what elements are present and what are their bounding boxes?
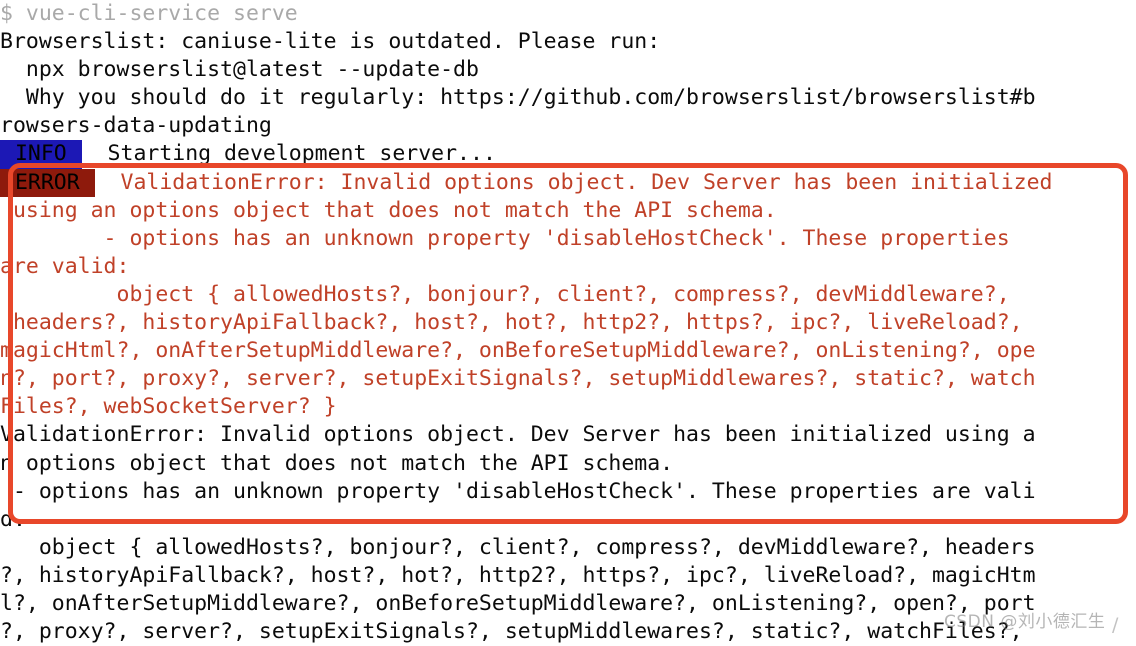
terminal-line: d. bbox=[0, 506, 1136, 534]
terminal-line-text: Starting development server... bbox=[81, 141, 496, 167]
terminal-line: npx browserslist@latest --update-db bbox=[0, 56, 1136, 84]
terminal-line-text: n options object that does not match the… bbox=[0, 450, 674, 476]
terminal-line: ?, historyApiFallback?, host?, hot?, htt… bbox=[0, 562, 1136, 590]
terminal-line-text: magicHtml?, onAfterSetupMiddleware?, onB… bbox=[0, 338, 1036, 364]
terminal-line-text: using an options object that does not ma… bbox=[0, 197, 777, 223]
terminal-line-text: - options has an unknown property 'disab… bbox=[0, 478, 1036, 504]
terminal-line-text: rowsers-data-updating bbox=[0, 113, 272, 139]
terminal-line: object { allowedHosts?, bonjour?, client… bbox=[0, 281, 1136, 309]
terminal-line-text: ?, proxy?, server?, setupExitSignals?, s… bbox=[0, 619, 1023, 645]
terminal-line-text: are valid: bbox=[0, 253, 130, 279]
terminal-line-text: d. bbox=[0, 506, 26, 532]
terminal-line: $ vue-cli-service serve bbox=[0, 0, 1136, 28]
terminal-line-text: ValidationError: Invalid options object.… bbox=[0, 422, 1036, 448]
terminal-line: object { allowedHosts?, bonjour?, client… bbox=[0, 534, 1136, 562]
terminal-output[interactable]: $ vue-cli-service serve Browserslist: can… bbox=[0, 0, 1136, 646]
terminal-screen: $ vue-cli-service serve Browserslist: can… bbox=[0, 0, 1136, 646]
terminal-line: headers?, historyApiFallback?, host?, ho… bbox=[0, 309, 1136, 337]
info-badge: INFO bbox=[0, 140, 82, 169]
terminal-line-text: ValidationError: Invalid options object.… bbox=[94, 169, 1053, 195]
terminal-line: Files?, webSocketServer? } bbox=[0, 393, 1136, 421]
terminal-line: ValidationError: Invalid options object.… bbox=[0, 421, 1136, 449]
terminal-line: rowsers-data-updating bbox=[0, 112, 1136, 140]
terminal-line: magicHtml?, onAfterSetupMiddleware?, onB… bbox=[0, 337, 1136, 365]
terminal-line-text: - options has an unknown property 'disab… bbox=[0, 225, 1010, 251]
terminal-line-text: object { allowedHosts?, bonjour?, client… bbox=[0, 281, 1010, 307]
terminal-line: n options object that does not match the… bbox=[0, 450, 1136, 478]
terminal-line: ERROR ValidationError: Invalid options o… bbox=[0, 168, 1136, 197]
terminal-line: INFO Starting development server... bbox=[0, 140, 1136, 169]
terminal-line: - options has an unknown property 'disab… bbox=[0, 478, 1136, 506]
terminal-line-text: n?, port?, proxy?, server?, setupExitSig… bbox=[0, 366, 1036, 392]
terminal-line-text: Why you should do it regularly: https://… bbox=[0, 85, 1036, 111]
watermark-text: CSDN @刘小德汇生 bbox=[944, 612, 1106, 632]
watermark-tail: / bbox=[1112, 614, 1119, 636]
terminal-line: n?, port?, proxy?, server?, setupExitSig… bbox=[0, 365, 1136, 393]
terminal-line: - options has an unknown property 'disab… bbox=[0, 225, 1136, 253]
terminal-line: Why you should do it regularly: https://… bbox=[0, 84, 1136, 112]
terminal-line: Browserslist: caniuse-lite is outdated. … bbox=[0, 28, 1136, 56]
terminal-line-text: l?, onAfterSetupMiddleware?, onBeforeSet… bbox=[0, 590, 1036, 616]
terminal-line-text: headers?, historyApiFallback?, host?, ho… bbox=[0, 310, 1023, 336]
terminal-line-text: object { allowedHosts?, bonjour?, client… bbox=[0, 534, 1036, 560]
terminal-line-text: Browserslist: caniuse-lite is outdated. … bbox=[0, 29, 661, 55]
terminal-line: using an options object that does not ma… bbox=[0, 197, 1136, 225]
error-badge: ERROR bbox=[0, 168, 95, 197]
terminal-line-text: Files?, webSocketServer? } bbox=[0, 394, 337, 420]
terminal-line-text: npx browserslist@latest --update-db bbox=[0, 57, 479, 83]
terminal-line-text: ?, historyApiFallback?, host?, hot?, htt… bbox=[0, 562, 1036, 588]
terminal-line: are valid: bbox=[0, 253, 1136, 281]
terminal-line-text: $ vue-cli-service serve bbox=[0, 1, 298, 26]
